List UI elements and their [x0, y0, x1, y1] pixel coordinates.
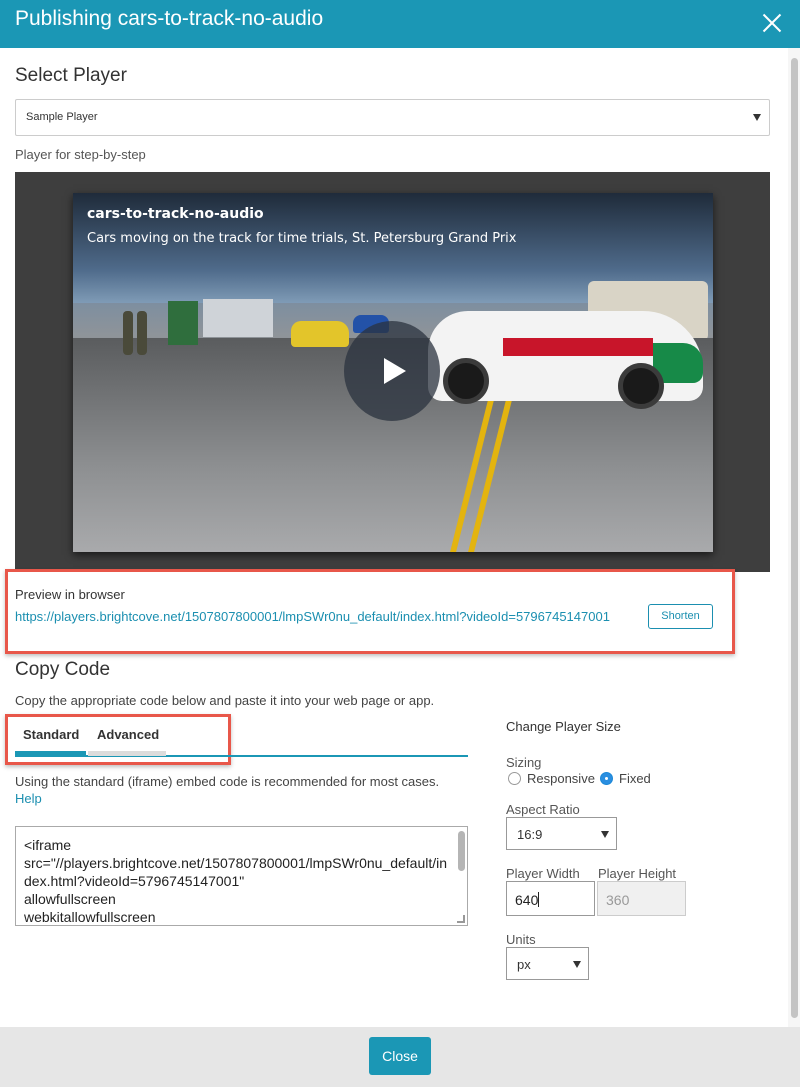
sizing-responsive-radio[interactable] — [508, 772, 521, 785]
player-height-value: 360 — [606, 892, 630, 908]
code-scrollbar-thumb[interactable] — [458, 831, 465, 871]
preview-label: Preview in browser — [15, 587, 125, 602]
resize-grip-icon[interactable] — [457, 915, 465, 923]
video-person — [123, 311, 133, 355]
standard-note: Using the standard (iframe) embed code i… — [15, 774, 440, 789]
player-height-input[interactable]: 360 — [597, 881, 686, 916]
player-width-label: Player Width — [506, 866, 580, 881]
copy-code-heading: Copy Code — [15, 659, 111, 680]
player-select[interactable]: Sample Player — [15, 99, 770, 136]
dialog-header: Publishing cars-to-track-no-audio — [0, 0, 800, 48]
chevron-down-icon — [601, 831, 609, 838]
player-height-label: Player Height — [598, 866, 677, 881]
video-car-stripe — [503, 338, 653, 356]
select-player-heading: Select Player — [15, 65, 127, 86]
video-title: cars-to-track-no-audio — [87, 206, 264, 222]
aspect-ratio-label: Aspect Ratio — [506, 802, 580, 817]
player-caption: Player for step-by-step — [15, 147, 146, 162]
sizing-fixed-label[interactable]: Fixed — [619, 771, 651, 786]
tab-advanced[interactable]: Advanced — [97, 727, 159, 742]
video-car-wheel — [443, 358, 489, 404]
dialog-title: Publishing cars-to-track-no-audio — [15, 7, 324, 30]
sizing-label: Sizing — [506, 755, 542, 770]
chevron-down-icon — [573, 961, 581, 968]
chevron-down-icon — [753, 114, 761, 121]
player-select-value: Sample Player — [26, 111, 98, 123]
tab-standard[interactable]: Standard — [23, 727, 79, 742]
units-value: px — [517, 957, 531, 972]
player-size-heading: Change Player Size — [506, 719, 621, 734]
copy-code-description: Copy the appropriate code below and past… — [15, 693, 435, 708]
play-icon — [384, 358, 406, 384]
shorten-button[interactable]: Shorten — [648, 604, 713, 629]
aspect-ratio-value: 16:9 — [517, 827, 543, 842]
tab-advanced-underline — [88, 751, 166, 756]
preview-url-link[interactable]: https://players.brightcove.net/150780780… — [15, 609, 610, 624]
close-icon[interactable] — [758, 9, 786, 37]
units-select[interactable]: px — [506, 947, 589, 980]
embed-code-textarea[interactable]: <iframe src="//players.brightcove.net/15… — [15, 826, 468, 926]
player-width-value: 640 — [515, 892, 540, 908]
video-car-yellow — [291, 321, 349, 347]
embed-code-text: <iframe src="//players.brightcove.net/15… — [24, 837, 448, 925]
help-link[interactable]: Help — [15, 791, 42, 806]
video-car-wheel — [618, 363, 664, 409]
close-button[interactable]: Close — [369, 1037, 431, 1075]
video-person — [137, 311, 147, 355]
sizing-fixed-radio[interactable] — [600, 772, 613, 785]
tab-standard-underline — [15, 751, 86, 756]
dialog-scrollbar-thumb[interactable] — [791, 58, 798, 1018]
play-button[interactable] — [344, 321, 440, 421]
video-description: Cars moving on the track for time trials… — [87, 231, 517, 246]
player-width-input[interactable]: 640 — [506, 881, 595, 916]
sizing-responsive-label[interactable]: Responsive — [527, 771, 595, 786]
aspect-ratio-select[interactable]: 16:9 — [506, 817, 617, 850]
video-tent — [203, 299, 273, 337]
units-label: Units — [506, 932, 536, 947]
video-portable-toilet — [168, 301, 198, 345]
